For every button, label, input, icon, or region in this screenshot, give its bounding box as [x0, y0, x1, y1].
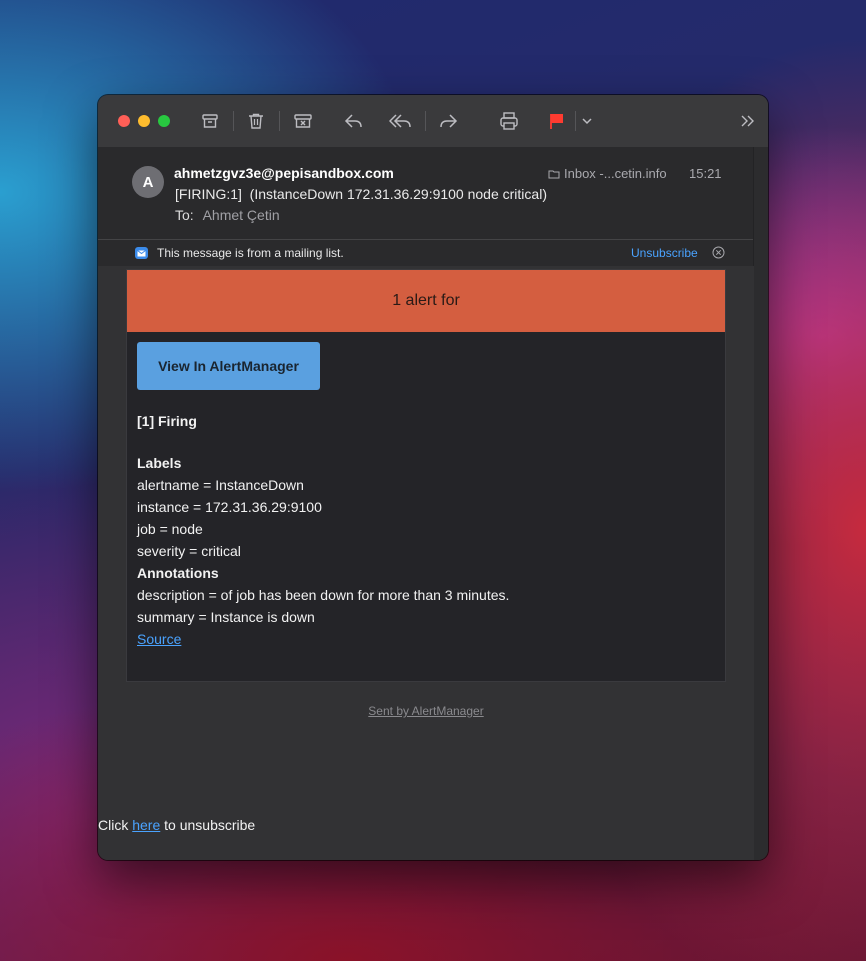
alert-details: [1] Firing Labels alertname = InstanceDo…: [137, 410, 509, 650]
here-link[interactable]: here: [132, 817, 160, 833]
trash-icon[interactable]: [243, 108, 269, 134]
labels-heading: Labels: [137, 455, 182, 471]
junk-icon[interactable]: [290, 108, 316, 134]
alert-banner: 1 alert for: [127, 270, 725, 332]
view-in-alertmanager-button[interactable]: View In AlertManager: [137, 342, 320, 390]
archive-icon[interactable]: [197, 108, 223, 134]
forward-icon[interactable]: [435, 108, 461, 134]
mailbox-name: Inbox -...cetin.info: [564, 166, 667, 181]
source-link[interactable]: Source: [137, 631, 181, 647]
label-job: job = node: [137, 521, 203, 537]
label-alertname: alertname = InstanceDown: [137, 477, 304, 493]
toolbar: [98, 95, 768, 148]
annotation-summary: summary = Instance is down: [137, 609, 315, 625]
subject-line: [FIRING:1] (InstanceDown 172.31.36.29:91…: [175, 186, 547, 202]
mailing-list-notice: This message is from a mailing list.: [157, 246, 344, 260]
minimize-window-button[interactable]: [138, 115, 150, 127]
reply-icon[interactable]: [341, 108, 367, 134]
annotation-description: description = of job has been down for m…: [137, 587, 510, 603]
recipient-name[interactable]: Ahmet Çetin: [203, 207, 280, 223]
mailbox-label: Inbox -...cetin.info: [548, 166, 667, 181]
flag-icon[interactable]: [544, 108, 570, 134]
more-chevrons-icon[interactable]: [735, 108, 761, 134]
scrollbar[interactable]: [753, 147, 768, 860]
footer-unsubscribe: Click here to unsubscribe: [98, 817, 255, 833]
annotations-heading: Annotations: [137, 565, 219, 581]
to-label: To:: [175, 207, 194, 223]
firing-title: [1] Firing: [137, 413, 197, 429]
zoom-window-button[interactable]: [158, 115, 170, 127]
avatar: A: [132, 166, 164, 198]
click-text: Click: [98, 817, 129, 833]
mail-window: A ahmetzgvz3e@pepisandbox.com [FIRING:1]…: [98, 95, 768, 860]
chevron-down-icon[interactable]: [574, 108, 600, 134]
recipient-row: To: Ahmet Çetin: [175, 207, 280, 223]
message-header: A ahmetzgvz3e@pepisandbox.com [FIRING:1]…: [98, 147, 754, 240]
label-instance: instance = 172.31.36.29:9100: [137, 499, 322, 515]
envelope-icon: [135, 247, 148, 259]
mailing-list-bar: This message is from a mailing list. Uns…: [98, 240, 754, 266]
alert-card: 1 alert for View In AlertManager [1] Fir…: [126, 269, 726, 682]
close-window-button[interactable]: [118, 115, 130, 127]
label-severity: severity = critical: [137, 543, 241, 559]
reply-all-icon[interactable]: [388, 108, 414, 134]
to-unsubscribe-text: to unsubscribe: [164, 817, 256, 833]
unsubscribe-link[interactable]: Unsubscribe: [631, 246, 698, 260]
close-circle-icon[interactable]: [712, 246, 725, 262]
received-time: 15:21: [689, 166, 722, 181]
message-body: 1 alert for View In AlertManager [1] Fir…: [98, 266, 754, 860]
sent-by-link[interactable]: Sent by AlertManager: [98, 704, 754, 718]
folder-icon: [548, 170, 560, 178]
print-icon[interactable]: [496, 108, 522, 134]
sender-address[interactable]: ahmetzgvz3e@pepisandbox.com: [174, 165, 394, 181]
